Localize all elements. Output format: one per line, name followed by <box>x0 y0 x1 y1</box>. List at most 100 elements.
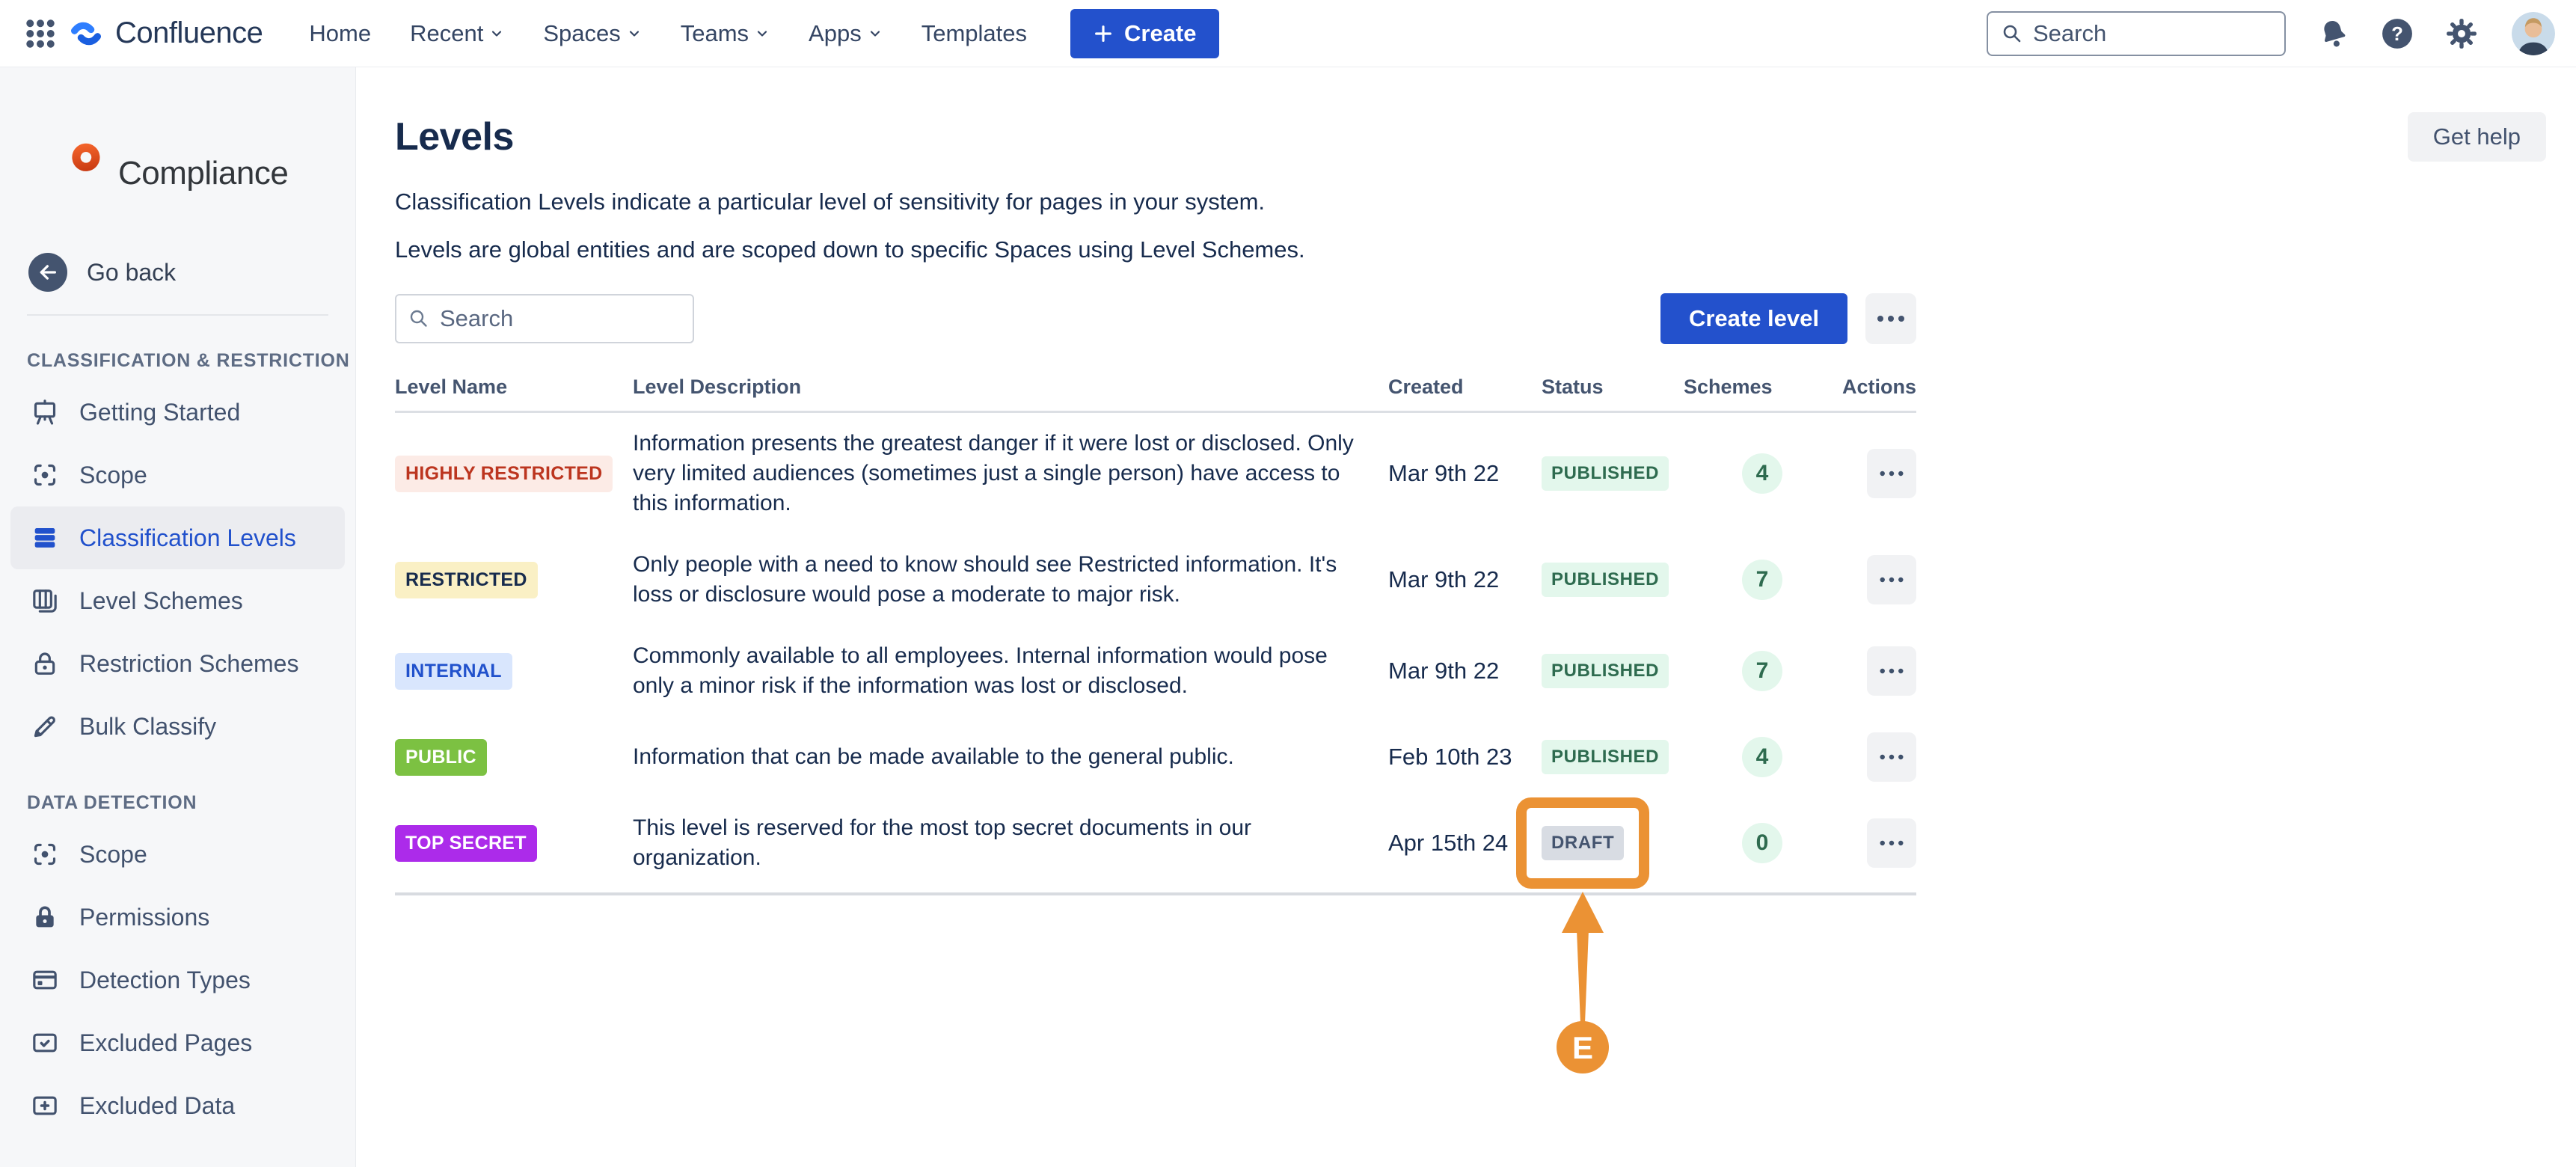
sidebar-item-scope[interactable]: Scope <box>10 444 345 506</box>
table-row: INTERNAL Commonly available to all emplo… <box>395 625 1916 717</box>
schemes-count: 4 <box>1742 737 1782 777</box>
level-description: Information that can be made available t… <box>633 742 1388 772</box>
table-row: HIGHLY RESTRICTED Information presents t… <box>395 413 1916 534</box>
sidebar-item-restriction-schemes[interactable]: Restriction Schemes <box>10 632 345 695</box>
product-name: Confluence <box>115 16 263 50</box>
col-header-actions: Actions <box>1841 367 1916 411</box>
chevron-down-icon <box>868 26 883 41</box>
sidebar-item-permissions[interactable]: Permissions <box>10 886 345 949</box>
arrow-left-icon <box>28 253 67 292</box>
row-actions-button[interactable] <box>1867 449 1916 498</box>
data-plus-icon <box>30 1091 60 1121</box>
schemes-count: 0 <box>1742 823 1782 863</box>
table-row: RESTRICTED Only people with a need to kn… <box>395 534 1916 625</box>
sidebar-item-dd-scope[interactable]: Scope <box>10 823 345 886</box>
page: Confluence Home Recent Spaces Teams Apps… <box>0 0 2576 1167</box>
annotation-label: E <box>1572 1030 1593 1065</box>
created-date: Mar 9th 22 <box>1388 566 1542 593</box>
levels-search-input[interactable] <box>440 305 682 332</box>
sidebar-item-level-schemes[interactable]: Level Schemes <box>10 569 345 632</box>
get-help-button[interactable]: Get help <box>2408 112 2546 162</box>
created-date: Mar 9th 22 <box>1388 460 1542 487</box>
created-date: Mar 9th 22 <box>1388 658 1542 684</box>
lock-filled-icon <box>30 902 60 932</box>
schemes-count: 7 <box>1742 560 1782 600</box>
divider <box>27 314 328 316</box>
sidebar-item-excluded-pages[interactable]: Excluded Pages <box>10 1011 345 1074</box>
nav-item-home[interactable]: Home <box>309 20 371 47</box>
global-search-input[interactable] <box>2033 20 2272 47</box>
status-badge: PUBLISHED <box>1542 654 1669 688</box>
confluence-logo[interactable]: Confluence <box>67 15 263 52</box>
row-actions-button[interactable] <box>1867 818 1916 868</box>
status-badge: PUBLISHED <box>1542 563 1669 597</box>
pencil-icon <box>30 711 60 741</box>
level-name-badge: PUBLIC <box>395 739 487 776</box>
global-search <box>1987 11 2286 56</box>
sidebar: Compliance Go back CLASSIFICATION & REST… <box>0 67 356 1167</box>
section-title-data-detection: DATA DETECTION <box>27 792 355 814</box>
created-date: Apr 15th 24 <box>1388 830 1542 857</box>
level-description: Commonly available to all employees. Int… <box>633 641 1388 701</box>
row-actions-button[interactable] <box>1867 555 1916 604</box>
sidebar-item-classification-levels[interactable]: Classification Levels <box>10 506 345 569</box>
level-name-badge: TOP SECRET <box>395 825 537 862</box>
col-header-level-description: Level Description <box>633 367 1388 411</box>
sidebar-item-bulk-classify[interactable]: Bulk Classify <box>10 695 345 758</box>
schemes-count: 7 <box>1742 651 1782 691</box>
meatball-icon <box>1879 575 1904 584</box>
columns-icon <box>30 586 60 616</box>
apps-grid-icon[interactable] <box>21 14 60 53</box>
section-title-classification: CLASSIFICATION & RESTRICTION <box>27 350 355 372</box>
create-level-button[interactable]: Create level <box>1660 293 1847 344</box>
levels-stack-icon <box>30 523 60 553</box>
go-back-button[interactable]: Go back <box>28 253 355 292</box>
annotation-arrow: E <box>1545 890 1620 1077</box>
status-badge: PUBLISHED <box>1542 456 1669 491</box>
nav-item-templates[interactable]: Templates <box>921 20 1027 47</box>
chevron-down-icon <box>755 26 770 41</box>
col-header-status: Status <box>1542 367 1684 411</box>
key-icon <box>36 136 111 211</box>
notifications-bell-icon[interactable] <box>2317 17 2350 50</box>
level-description: Information presents the greatest danger… <box>633 429 1388 518</box>
top-nav-bar: Confluence Home Recent Spaces Teams Apps… <box>0 0 2576 67</box>
row-actions-button[interactable] <box>1867 646 1916 696</box>
table-header-row: Level Name Level Description Created Sta… <box>395 367 1916 413</box>
chevron-down-icon <box>489 26 504 41</box>
meatball-icon <box>1876 313 1906 324</box>
card-icon <box>30 965 60 995</box>
created-date: Feb 10th 23 <box>1388 744 1542 771</box>
intro-line-2: Levels are global entities and are scope… <box>395 236 2546 263</box>
level-description: Only people with a need to know should s… <box>633 550 1388 610</box>
main-content: Levels Get help Classification Levels in… <box>356 67 2576 1167</box>
meatball-icon <box>1879 839 1904 848</box>
nav-item-recent[interactable]: Recent <box>410 20 504 47</box>
table-row: TOP SECRET This level is reserved for th… <box>395 797 1916 895</box>
help-icon[interactable]: ? <box>2380 16 2414 51</box>
page-check-icon <box>30 1028 60 1058</box>
plus-icon <box>1093 23 1114 44</box>
nav-item-teams[interactable]: Teams <box>681 20 770 47</box>
level-name-badge: RESTRICTED <box>395 562 538 598</box>
confluence-logo-icon <box>67 15 105 52</box>
nav-item-apps[interactable]: Apps <box>809 20 883 47</box>
top-nav-menu: Home Recent Spaces Teams Apps Templates <box>309 20 1027 47</box>
lock-outline-icon <box>30 649 60 679</box>
meatball-icon <box>1879 469 1904 478</box>
avatar[interactable] <box>2512 12 2555 55</box>
create-button[interactable]: Create <box>1070 9 1219 58</box>
app-brand: Compliance <box>0 136 355 211</box>
sidebar-item-excluded-data[interactable]: Excluded Data <box>10 1074 345 1137</box>
level-name-badge: HIGHLY RESTRICTED <box>395 456 613 492</box>
sidebar-item-detection-types[interactable]: Detection Types <box>10 949 345 1011</box>
level-name-badge: INTERNAL <box>395 653 512 690</box>
meatball-icon <box>1879 667 1904 676</box>
settings-gear-icon[interactable] <box>2444 16 2479 51</box>
row-actions-button[interactable] <box>1867 732 1916 782</box>
sidebar-item-getting-started[interactable]: Getting Started <box>10 381 345 444</box>
col-header-created: Created <box>1388 367 1542 411</box>
table-more-actions-button[interactable] <box>1865 293 1916 344</box>
nav-item-spaces[interactable]: Spaces <box>543 20 641 47</box>
col-header-level-name: Level Name <box>395 367 633 411</box>
